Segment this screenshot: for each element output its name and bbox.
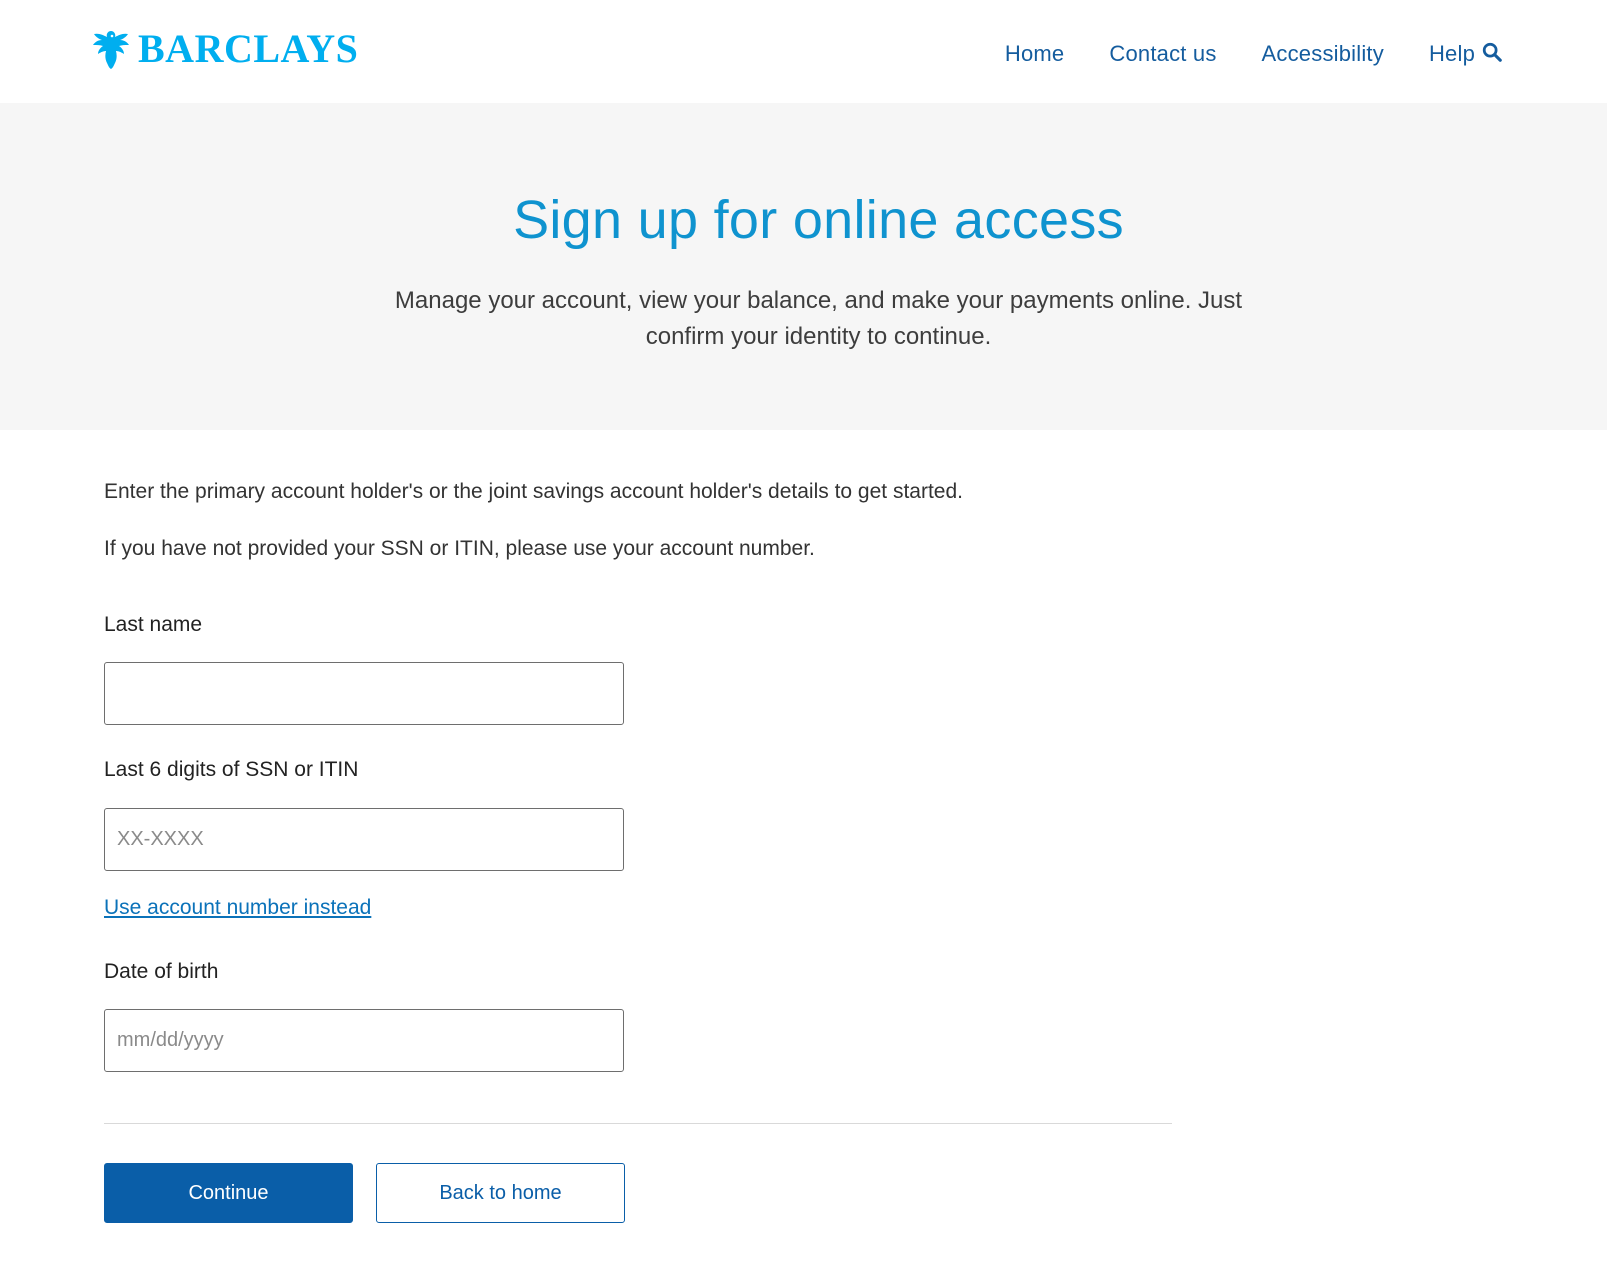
ssn-input[interactable] <box>104 808 624 871</box>
nav-accessibility-link[interactable]: Accessibility <box>1262 41 1384 67</box>
nav-contact-link[interactable]: Contact us <box>1109 41 1216 67</box>
last-name-label: Last name <box>104 613 203 636</box>
barclays-logo[interactable]: BARCLAYS <box>90 24 358 74</box>
intro-text-ssn: If you have not provided your SSN or ITI… <box>104 537 815 560</box>
back-to-home-button[interactable]: Back to home <box>376 1163 625 1223</box>
site-header: BARCLAYS Home Contact us Accessibility H… <box>0 0 1607 103</box>
continue-button[interactable]: Continue <box>104 1163 353 1223</box>
date-of-birth-input[interactable] <box>104 1009 624 1072</box>
hero-description: Manage your account, view your balance, … <box>394 287 1243 350</box>
ssn-label: Last 6 digits of SSN or ITIN <box>104 758 359 781</box>
hero-banner: Sign up for online access Manage your ac… <box>0 103 1607 430</box>
form-divider <box>104 1123 1172 1124</box>
nav-home-link[interactable]: Home <box>1005 41 1065 67</box>
search-icon[interactable] <box>1481 41 1503 63</box>
date-of-birth-label: Date of birth <box>104 960 219 983</box>
nav-help-label: Help <box>1428 41 1475 66</box>
logo-wordmark: BARCLAYS <box>138 26 359 71</box>
intro-text-primary: Enter the primary account holder's or th… <box>104 480 963 503</box>
top-navigation: Home Contact us Accessibility Help <box>960 36 1503 72</box>
page-title: Sign up for online access <box>513 190 1124 250</box>
nav-help-link[interactable]: Help <box>1429 41 1503 67</box>
eagle-icon <box>93 31 129 69</box>
use-account-number-link[interactable]: Use account number instead <box>104 896 371 920</box>
last-name-input[interactable] <box>104 662 624 725</box>
